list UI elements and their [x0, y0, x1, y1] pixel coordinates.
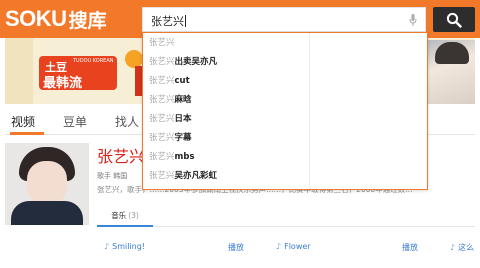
active-tab-indicator — [10, 132, 44, 135]
tab-video[interactable]: 视频 — [11, 113, 35, 130]
song-title: 这么 — [458, 243, 475, 252]
banner-edge — [5, 38, 33, 104]
suggestion-rest: cut — [174, 76, 190, 86]
suggestion-rest: 字幕 — [174, 133, 192, 143]
song-link[interactable]: ♪ Flower — [276, 242, 311, 251]
logo-text-cn: 搜库 — [68, 9, 107, 32]
suggestion-prefix: 张艺兴 — [149, 76, 175, 86]
badge-en-text: TUDOU KOREAN — [73, 58, 114, 64]
search-button[interactable] — [433, 7, 475, 32]
play-link[interactable]: 播放 — [402, 242, 418, 253]
music-note-icon: ♪ — [276, 242, 282, 251]
suggestion-prefix: 张艺兴 — [149, 133, 175, 143]
suggestion-item[interactable]: 张艺兴麻晗 — [143, 92, 309, 109]
artist-name[interactable]: 张艺兴 — [97, 143, 145, 167]
search-suggestion-dropdown: 张艺兴 张艺兴出卖吴亦凡 张艺兴cut 张艺兴麻晗 张艺兴日本 张艺兴字幕 张艺… — [142, 32, 428, 190]
suggestion-prefix: 张艺兴 — [149, 114, 175, 124]
music-note-icon: ♪ — [104, 242, 110, 251]
banner-photo-hair — [435, 42, 469, 64]
tab-music[interactable]: 音乐 (3) — [97, 205, 153, 227]
suggestion-rest: 麻晗 — [174, 95, 192, 105]
suggestion-item[interactable]: 张艺兴吴亦凡彩虹 — [143, 168, 309, 185]
logo[interactable]: SOKU 搜库 — [5, 6, 107, 32]
avatar-face — [27, 161, 67, 205]
logo-text-en: SOKU — [5, 6, 67, 31]
tab-people[interactable]: 找人 — [115, 113, 139, 130]
suggestion-rest: 日本 — [174, 114, 192, 124]
search-input-value: 张艺兴 — [151, 15, 186, 28]
suggestion-item[interactable]: 张艺兴字幕 — [143, 130, 309, 147]
song-title: Smiling! — [112, 242, 146, 251]
suggestion-prefix: 张艺兴 — [149, 171, 175, 181]
suggestion-item[interactable]: 张艺兴mbs — [143, 149, 309, 166]
artist-sub-tabs: 音乐 (3) — [97, 205, 475, 227]
suggestion-rest: mbs — [174, 152, 195, 162]
badge-main-text: 最韩流 — [43, 76, 83, 91]
suggestion-prefix: 张艺兴 — [149, 152, 175, 162]
artist-avatar[interactable] — [5, 143, 89, 225]
suggestion-prefix: 张艺兴 — [149, 38, 175, 48]
suggestion-prefix: 张艺兴 — [149, 57, 175, 67]
suggestion-item[interactable]: 张艺兴cut — [143, 73, 309, 90]
tab-music-count: (3) — [128, 210, 139, 220]
suggestion-item[interactable]: 张艺兴出卖吴亦凡 — [143, 54, 309, 71]
suggestion-rest: 出卖吴亦凡 — [174, 57, 218, 67]
suggestion-rest: 吴亦凡彩虹 — [174, 171, 218, 181]
music-note-icon: ♪ — [450, 243, 456, 252]
tudou-korean-badge: 土豆 TUDOU KOREAN 最韩流 — [39, 56, 117, 91]
song-link[interactable]: ♪ 这么 — [450, 242, 474, 253]
search-input[interactable]: 张艺兴 — [142, 7, 426, 32]
song-link[interactable]: ♪ Smiling! — [104, 242, 145, 251]
tab-music-label: 音乐 — [111, 210, 127, 220]
dropdown-divider — [309, 33, 310, 189]
song-title: Flower — [284, 242, 311, 251]
avatar-body — [11, 201, 83, 225]
suggestion-prefix: 张艺兴 — [149, 95, 175, 105]
tab-playlist[interactable]: 豆单 — [63, 113, 87, 130]
search-icon — [446, 12, 462, 28]
suggestion-item[interactable]: 张艺兴日本 — [143, 111, 309, 128]
play-link[interactable]: 播放 — [228, 242, 244, 253]
artist-meta: 歌手 韩国 — [97, 172, 128, 180]
mic-icon[interactable] — [409, 13, 417, 27]
suggestion-item[interactable]: 张艺兴 — [143, 35, 309, 52]
